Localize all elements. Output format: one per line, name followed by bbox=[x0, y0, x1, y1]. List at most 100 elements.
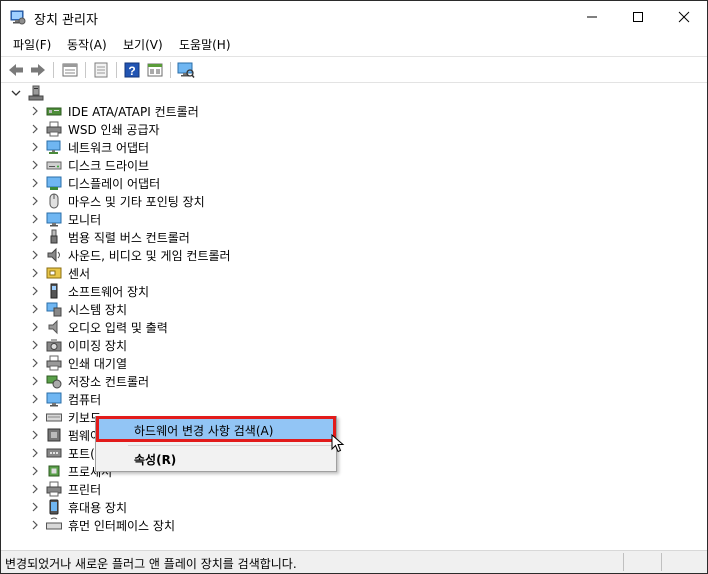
tree-item[interactable]: WSD 인쇄 공급자 bbox=[2, 120, 322, 138]
tree-item[interactable]: 인쇄 대기열 bbox=[2, 354, 322, 372]
scan-hardware-changes-menu-item[interactable]: 하드웨어 변경 사항 검색(A) bbox=[96, 416, 336, 442]
chevron-right-icon[interactable] bbox=[30, 123, 40, 135]
status-text: 변경되었거나 새로운 플러그 앤 플레이 장치를 검색합니다. bbox=[5, 557, 297, 571]
tree-item[interactable]: 이미징 장치 bbox=[2, 336, 322, 354]
sound-icon bbox=[47, 247, 60, 263]
menu-help[interactable]: 도움말(H) bbox=[179, 36, 231, 53]
imaging-device-icon bbox=[46, 339, 62, 352]
firmware-icon bbox=[47, 428, 61, 442]
back-icon[interactable] bbox=[7, 61, 25, 79]
toolbar-separator bbox=[85, 62, 86, 78]
tree-item[interactable]: 모니터 bbox=[2, 210, 322, 228]
chevron-right-icon[interactable] bbox=[30, 519, 40, 531]
tree-item-label: 인쇄 대기열 bbox=[68, 357, 128, 371]
device-manager-app-icon bbox=[10, 10, 26, 25]
printer-icon bbox=[46, 481, 62, 497]
tree-item[interactable]: IDE ATA/ATAPI 컨트롤러 bbox=[2, 102, 322, 120]
properties-menu-item[interactable]: 속성(R) bbox=[98, 447, 334, 469]
display-adapter-icon bbox=[46, 176, 62, 190]
chevron-right-icon[interactable] bbox=[30, 321, 40, 333]
maximize-button[interactable] bbox=[615, 1, 661, 32]
chevron-right-icon[interactable] bbox=[30, 393, 40, 405]
chevron-right-icon[interactable] bbox=[30, 429, 40, 441]
tree-item-label: 프린터 bbox=[68, 483, 102, 497]
chevron-right-icon[interactable] bbox=[30, 267, 40, 279]
chevron-right-icon[interactable] bbox=[30, 213, 40, 225]
tree-item[interactable]: 휴대용 장치 bbox=[2, 498, 322, 516]
tree-item[interactable]: 센서 bbox=[2, 264, 322, 282]
maximize-icon bbox=[633, 11, 643, 22]
tree-item[interactable]: 저장소 컨트롤러 bbox=[2, 372, 322, 390]
title-bar: 장치 관리자 bbox=[1, 1, 707, 32]
storage-controller-icon bbox=[46, 375, 62, 389]
chevron-right-icon[interactable] bbox=[30, 195, 40, 207]
update-driver-icon[interactable] bbox=[92, 61, 110, 79]
tree-item-label: 디스플레이 어댑터 bbox=[68, 177, 161, 191]
tree-item-label: 컴퓨터 bbox=[68, 393, 102, 407]
chevron-right-icon[interactable] bbox=[30, 357, 40, 369]
printer-icon bbox=[46, 121, 62, 137]
chevron-right-icon[interactable] bbox=[30, 501, 40, 513]
menu-view[interactable]: 보기(V) bbox=[123, 36, 163, 53]
chevron-right-icon[interactable] bbox=[30, 411, 40, 423]
monitor-icon bbox=[46, 212, 62, 227]
software-device-icon bbox=[50, 283, 58, 299]
tree-item[interactable]: 디스크 드라이브 bbox=[2, 156, 322, 174]
tree-item[interactable]: 오디오 입력 및 출력 bbox=[2, 318, 322, 336]
tree-item[interactable]: 컴퓨터 bbox=[2, 390, 322, 408]
tree-item[interactable]: 소프트웨어 장치 bbox=[2, 282, 322, 300]
menu-file[interactable]: 파일(F) bbox=[13, 36, 51, 53]
close-button[interactable] bbox=[661, 1, 707, 32]
chevron-right-icon[interactable] bbox=[30, 177, 40, 189]
sensor-icon bbox=[46, 267, 62, 279]
tree-item[interactable]: 디스플레이 어댑터 bbox=[2, 174, 322, 192]
tree-item[interactable]: 네트워크 어댑터 bbox=[2, 138, 322, 156]
chevron-right-icon[interactable] bbox=[30, 249, 40, 261]
computer-icon bbox=[46, 392, 62, 407]
menu-bar: 파일(F) 동작(A) 보기(V) 도움말(H) bbox=[1, 32, 707, 54]
tree-item-label: 범용 직렬 버스 컨트롤러 bbox=[68, 231, 190, 245]
chevron-down-icon[interactable] bbox=[11, 90, 21, 98]
tree-item-label: 사운드, 비디오 및 게임 컨트롤러 bbox=[68, 249, 231, 263]
tree-item[interactable]: 범용 직렬 버스 컨트롤러 bbox=[2, 228, 322, 246]
chevron-right-icon[interactable] bbox=[30, 339, 40, 351]
window-title: 장치 관리자 bbox=[34, 13, 98, 28]
device-manager-window: 장치 관리자 파일(F) 동작(A) 보기(V) 도움말(H) ? IDE AT… bbox=[0, 0, 708, 574]
device-tree: IDE ATA/ATAPI 컨트롤러 WSD 인쇄 공급자 네트워크 어댑터디스크 … bbox=[2, 84, 706, 550]
disk-drive-icon bbox=[46, 161, 62, 170]
minimize-button[interactable] bbox=[569, 1, 615, 32]
forward-icon[interactable] bbox=[29, 61, 47, 79]
chevron-right-icon[interactable] bbox=[30, 141, 40, 153]
portable-device-icon bbox=[49, 499, 59, 515]
chevron-right-icon[interactable] bbox=[30, 375, 40, 387]
chevron-right-icon[interactable] bbox=[30, 447, 40, 459]
chevron-right-icon[interactable] bbox=[30, 159, 40, 171]
show-hidden-icon[interactable] bbox=[146, 61, 164, 79]
chevron-right-icon[interactable] bbox=[30, 483, 40, 495]
toolbar-separator bbox=[170, 62, 171, 78]
tree-item[interactable]: 휴먼 인터페이스 장치 bbox=[2, 516, 322, 534]
tree-item-label: 오디오 입력 및 출력 bbox=[68, 321, 168, 335]
help-icon[interactable]: ? bbox=[123, 61, 141, 79]
tree-item-label: 디스크 드라이브 bbox=[68, 159, 150, 173]
chevron-right-icon[interactable] bbox=[30, 465, 40, 477]
tree-item-label: 휴대용 장치 bbox=[68, 501, 128, 515]
keyboard-icon bbox=[46, 413, 62, 422]
ide-controller-icon bbox=[46, 107, 62, 116]
tree-item-label: 센서 bbox=[68, 267, 91, 281]
menu-item-label: 하드웨어 변경 사항 검색(A) bbox=[134, 424, 274, 438]
tree-item[interactable]: 프린터 bbox=[2, 480, 322, 498]
chevron-right-icon[interactable] bbox=[30, 105, 40, 117]
tree-item[interactable]: 사운드, 비디오 및 게임 컨트롤러 bbox=[2, 246, 322, 264]
properties-icon[interactable] bbox=[61, 61, 79, 79]
menu-action[interactable]: 동작(A) bbox=[67, 36, 107, 53]
toolbar-separator bbox=[116, 62, 117, 78]
chevron-right-icon[interactable] bbox=[30, 285, 40, 297]
tree-item[interactable]: 시스템 장치 bbox=[2, 300, 322, 318]
chevron-right-icon[interactable] bbox=[30, 231, 40, 243]
tree-item-label: 시스템 장치 bbox=[68, 303, 128, 317]
scan-hardware-icon[interactable] bbox=[177, 61, 195, 79]
chevron-right-icon[interactable] bbox=[30, 303, 40, 315]
tree-item[interactable]: 마우스 및 기타 포인팅 장치 bbox=[2, 192, 322, 210]
status-bar: 변경되었거나 새로운 플러그 앤 플레이 장치를 검색합니다. bbox=[1, 550, 707, 573]
